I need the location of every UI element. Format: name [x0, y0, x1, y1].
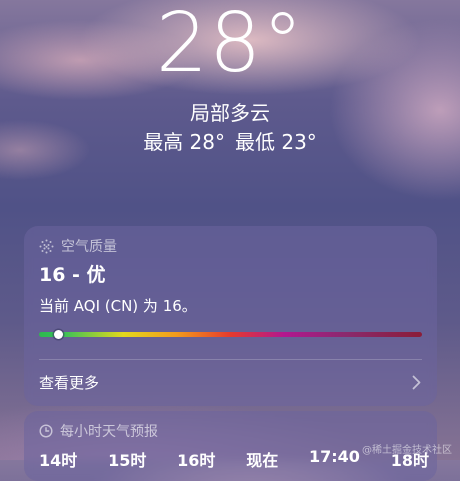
aqi-scale-bar — [39, 330, 422, 339]
aqi-description: 当前 AQI (CN) 为 16。 — [39, 297, 197, 315]
current-temperature: 28° — [155, 0, 305, 91]
air-quality-header: 空气质量 — [39, 236, 117, 256]
hour-label: 现在 — [246, 451, 279, 470]
air-quality-card[interactable]: 空气质量 16 - 优 当前 AQI (CN) 为 16。 查看更多 — [24, 226, 437, 406]
hourly-forecast-header: 每小时天气预报 — [39, 421, 158, 441]
air-quality-icon — [39, 239, 54, 253]
aqi-level-indicator — [54, 330, 64, 339]
clock-icon — [39, 424, 53, 438]
hour-label: 17:40 — [308, 447, 360, 466]
weather-condition: 局部多云 — [190, 101, 270, 125]
see-more-row[interactable]: 查看更多 — [24, 360, 437, 406]
chevron-right-icon — [412, 375, 421, 390]
hour-label: 16时 — [177, 451, 216, 470]
aqi-value: 16 - 优 — [39, 264, 106, 286]
hour-label: 14时 — [39, 451, 78, 470]
hourly-forecast-title: 每小时天气预报 — [60, 424, 158, 440]
high-low-temperature: 最高 28° 最低 23° — [0, 129, 460, 155]
high-temperature: 最高 28° — [143, 130, 225, 154]
watermark: @稀土掘金技术社区 — [362, 445, 452, 456]
see-more-label: 查看更多 — [39, 374, 100, 392]
low-temperature: 最低 23° — [235, 130, 317, 154]
hour-label: 15时 — [108, 451, 147, 470]
air-quality-title: 空气质量 — [61, 239, 117, 255]
